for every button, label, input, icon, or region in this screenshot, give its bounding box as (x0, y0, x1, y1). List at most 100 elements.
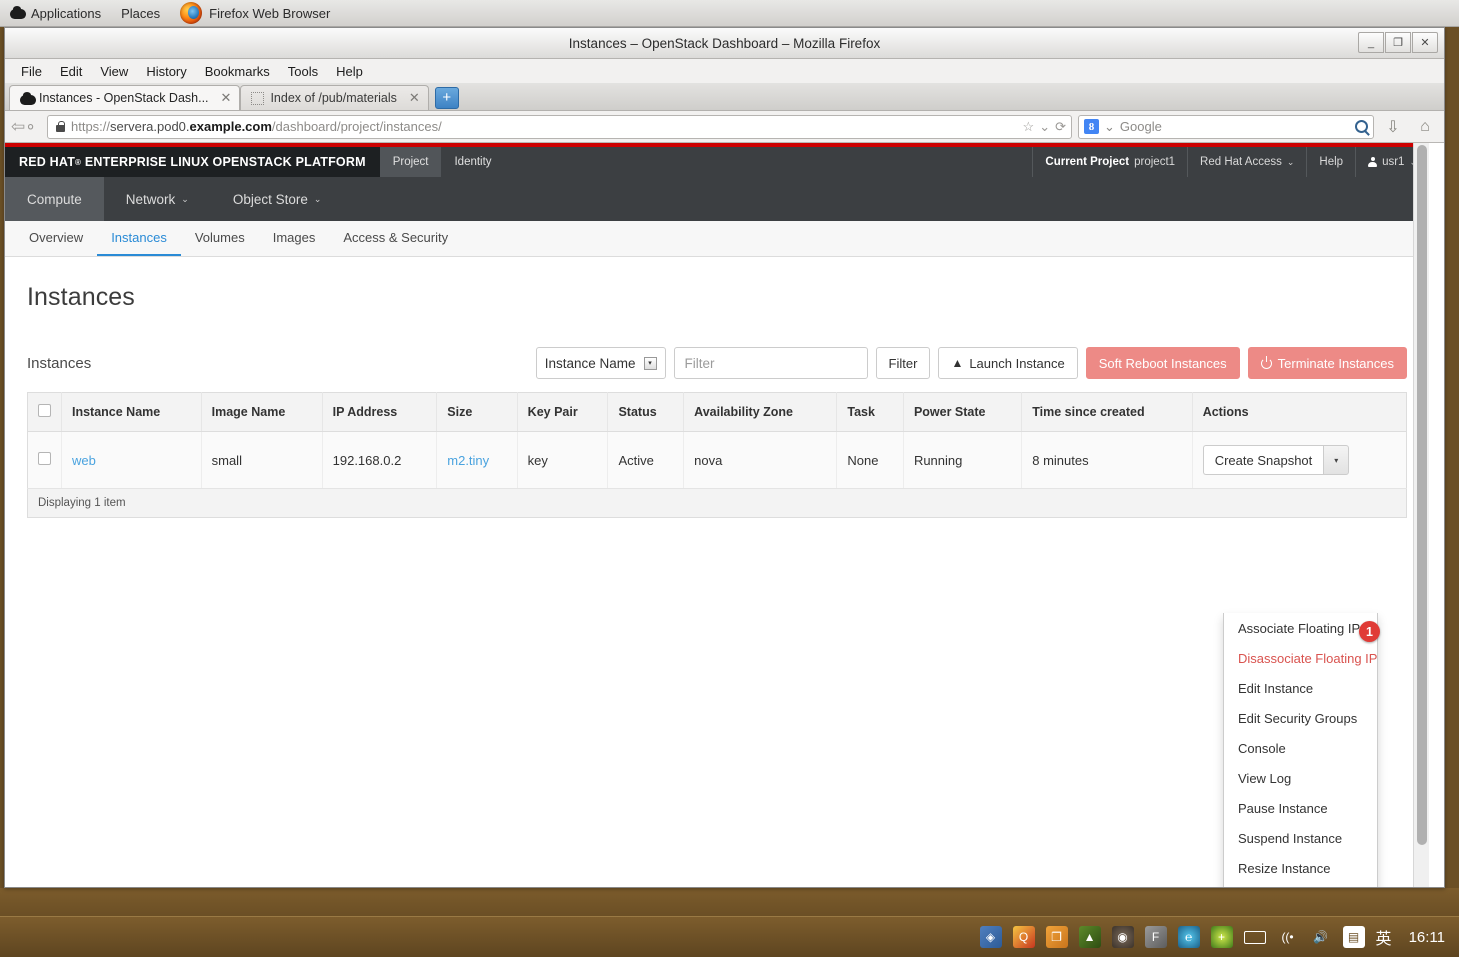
menu-item-pause-instance[interactable]: Pause Instance (1224, 793, 1377, 823)
page-vertical-scrollbar[interactable] (1413, 143, 1429, 887)
close-button[interactable]: ✕ (1412, 32, 1438, 53)
menu-item-edit-instance[interactable]: Edit Instance (1224, 673, 1377, 703)
col-availability-zone[interactable]: Availability Zone (683, 392, 838, 432)
col-size[interactable]: Size (436, 392, 518, 432)
col-instance-name[interactable]: Instance Name (61, 392, 202, 432)
menu-tools[interactable]: Tools (280, 62, 326, 81)
new-tab-button[interactable]: + (434, 87, 459, 109)
tray-qq-icon[interactable]: Q (1012, 926, 1035, 948)
row-select-cell (27, 431, 62, 489)
actions-dropdown-toggle[interactable]: ▾ (1323, 445, 1350, 475)
back-forward-icon[interactable]: ⇦∘ (11, 115, 41, 139)
soft-reboot-instances-button[interactable]: Soft Reboot Instances (1085, 347, 1240, 379)
search-engine-google-icon[interactable]: 8 (1084, 119, 1099, 134)
search-input[interactable]: Google (1120, 119, 1350, 134)
col-image-name[interactable]: Image Name (201, 392, 323, 432)
nav-item-compute[interactable]: Compute (5, 177, 104, 221)
subnav-access-security[interactable]: Access & Security (329, 221, 462, 256)
launch-instance-button[interactable]: ▲ Launch Instance (938, 347, 1078, 379)
menu-item-suspend-instance[interactable]: Suspend Instance (1224, 823, 1377, 853)
tray-battery-icon[interactable] (1243, 930, 1266, 944)
terminate-instances-button[interactable]: Terminate Instances (1247, 347, 1407, 379)
select-all-checkbox[interactable] (38, 404, 51, 417)
address-bar[interactable]: https://servera.pod0.example.com/dashboa… (47, 114, 1072, 139)
chevron-down-icon[interactable]: ⌄ (1039, 119, 1050, 135)
tray-disc-icon[interactable]: ◉ (1111, 926, 1134, 948)
taskbar-clock[interactable]: 16:11 (1409, 929, 1445, 946)
chevron-down-icon[interactable]: ⌄ (1104, 119, 1115, 135)
downloads-icon[interactable]: ⇩ (1380, 115, 1406, 139)
help-link[interactable]: Help (1306, 147, 1355, 177)
tray-nvidia-icon[interactable]: ▲ (1078, 926, 1101, 948)
filter-input[interactable]: Filter (673, 347, 868, 379)
maximize-button[interactable]: ❐ (1385, 32, 1411, 53)
subnav-volumes[interactable]: Volumes (181, 221, 259, 256)
menu-item-associate-floating-ip[interactable]: Associate Floating IP (1224, 613, 1377, 643)
menu-item-resize-instance[interactable]: Resize Instance (1224, 853, 1377, 883)
menu-item-edit-security-groups[interactable]: Edit Security Groups (1224, 703, 1377, 733)
home-icon[interactable]: ⌂ (1412, 115, 1438, 139)
tab-favicon-redhat-icon (20, 91, 36, 105)
menu-view[interactable]: View (92, 62, 136, 81)
subnav-overview[interactable]: Overview (15, 221, 97, 256)
bookmark-star-icon[interactable]: ☆ (1023, 119, 1035, 135)
menu-item-disassociate-floating-ip[interactable]: Disassociate Floating IP (1224, 643, 1377, 673)
menu-edit[interactable]: Edit (52, 62, 90, 81)
menu-history[interactable]: History (138, 62, 194, 81)
applications-menu[interactable]: Applications (0, 0, 111, 27)
tray-control-panel-icon[interactable]: ◈ (979, 926, 1002, 948)
tray-wifi-icon[interactable]: ((• (1277, 926, 1299, 948)
create-snapshot-button[interactable]: Create Snapshot (1202, 445, 1324, 475)
filter-field-select[interactable]: Instance Name ▾ (535, 347, 666, 379)
menu-item-console[interactable]: Console (1224, 733, 1377, 763)
cell-status: Active (607, 431, 685, 489)
nav-item-object-store[interactable]: Object Store ⌄ (211, 177, 344, 221)
menu-file[interactable]: File (13, 62, 50, 81)
topbar-tab-project[interactable]: Project (379, 147, 442, 177)
menu-help[interactable]: Help (328, 62, 371, 81)
col-task[interactable]: Task (836, 392, 904, 432)
tray-clone-icon[interactable]: ❐ (1045, 926, 1068, 948)
red-hat-access-menu[interactable]: Red Hat Access ⌄ (1187, 147, 1306, 177)
instance-name-link[interactable]: web (72, 453, 96, 468)
menu-item-soft-reboot-instance[interactable]: Soft Reboot Instance (1224, 883, 1377, 887)
tab-close-icon[interactable]: ✕ (409, 90, 420, 106)
minimize-button[interactable]: _ (1358, 32, 1384, 53)
page-vertical-scrollbar-thumb[interactable] (1417, 145, 1427, 845)
page-horizontal-scrollbar[interactable]: ⟨ ⟩ (5, 887, 1444, 888)
firefox-window: Instances – OpenStack Dashboard – Mozill… (4, 27, 1445, 888)
tray-flash-icon[interactable]: F (1144, 926, 1167, 948)
table-footer: Displaying 1 item (27, 489, 1407, 518)
col-time-since-created[interactable]: Time since created (1021, 392, 1193, 432)
cell-availability-zone: nova (683, 431, 838, 489)
topbar-tab-identity[interactable]: Identity (441, 147, 504, 177)
filter-button-label: Filter (888, 355, 918, 371)
col-power-state[interactable]: Power State (903, 392, 1023, 432)
col-key-pair[interactable]: Key Pair (517, 392, 609, 432)
table-row[interactable]: web small 192.168.0.2 m2.tiny key Active… (27, 431, 1407, 489)
row-checkbox[interactable] (38, 452, 51, 465)
subnav-images[interactable]: Images (259, 221, 330, 256)
menu-item-view-log[interactable]: View Log (1224, 763, 1377, 793)
ime-indicator[interactable]: 英 (1376, 925, 1392, 949)
openstack-dashboard-page: RED HAT ® ENTERPRISE LINUX OPENSTACK PLAT… (5, 143, 1429, 887)
menu-bookmarks[interactable]: Bookmarks (197, 62, 278, 81)
col-status[interactable]: Status (607, 392, 685, 432)
tray-browser-icon[interactable]: ℮ (1177, 926, 1200, 948)
search-icon[interactable] (1355, 120, 1368, 133)
browser-tab-instances[interactable]: Instances - OpenStack Dash... ✕ (9, 85, 241, 110)
reload-icon[interactable]: ⟳ (1055, 119, 1066, 135)
tray-volume-icon[interactable]: 🔊 (1310, 926, 1332, 948)
tray-updater-icon[interactable]: + (1210, 926, 1233, 948)
places-menu[interactable]: Places (111, 0, 170, 27)
browser-tab-materials[interactable]: Index of /pub/materials ✕ (240, 85, 429, 110)
size-link[interactable]: m2.tiny (447, 453, 489, 468)
nav-item-network[interactable]: Network ⌄ (104, 177, 211, 221)
filter-button[interactable]: Filter (875, 347, 931, 379)
col-ip-address[interactable]: IP Address (322, 392, 438, 432)
window-list-firefox[interactable]: Firefox Web Browser (170, 0, 340, 27)
tray-input-method-icon[interactable]: ▤ (1342, 926, 1365, 948)
tab-close-icon[interactable]: ✕ (221, 90, 232, 106)
search-bar[interactable]: 8 ⌄ Google (1078, 114, 1374, 139)
subnav-instances[interactable]: Instances (97, 221, 181, 256)
